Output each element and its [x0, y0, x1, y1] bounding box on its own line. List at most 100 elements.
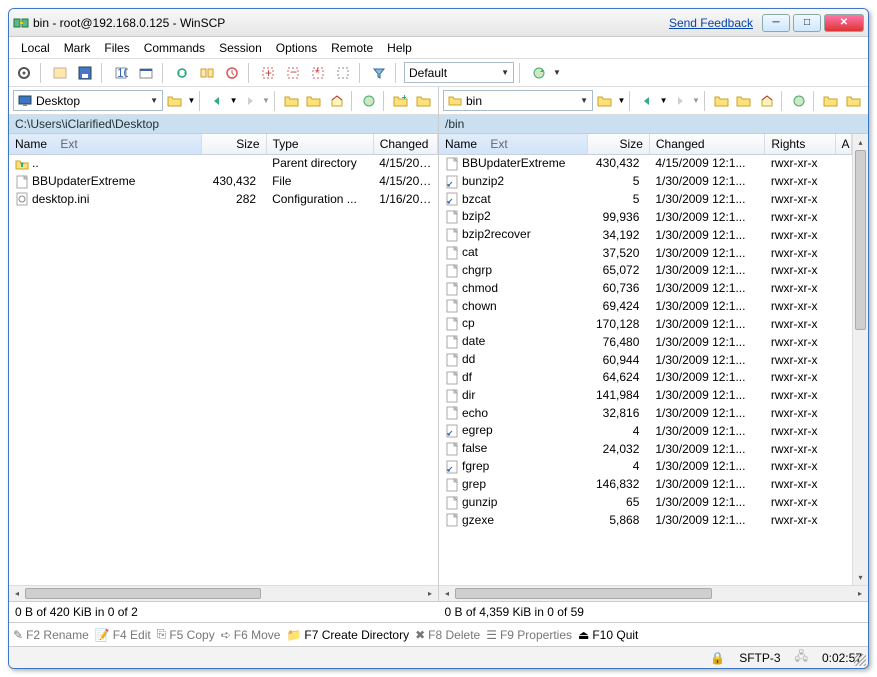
save-session-icon[interactable] — [74, 62, 96, 84]
f6-move[interactable]: ➪F6 Move — [221, 628, 281, 642]
remote-root-icon[interactable] — [734, 90, 754, 112]
local-col-type[interactable]: Type — [266, 134, 373, 155]
f5-copy[interactable]: ⎘F5 Copy — [157, 627, 215, 642]
explorer-icon[interactable] — [135, 62, 157, 84]
filter-icon[interactable] — [368, 62, 390, 84]
table-row[interactable]: bzip2recover34,1921/30/2009 12:1...rwxr-… — [439, 226, 852, 244]
local-col-size[interactable]: Size — [202, 134, 266, 155]
table-row[interactable]: grep146,8321/30/2009 12:1...rwxr-xr-x — [439, 475, 852, 493]
table-row[interactable]: gunzip651/30/2009 12:1...rwxr-xr-x — [439, 493, 852, 511]
remote-col-name[interactable]: Name Ext — [439, 134, 588, 155]
scroll-left-icon[interactable]: ◂ — [9, 586, 25, 601]
menu-session[interactable]: Session — [213, 39, 268, 57]
queue-clear-icon[interactable] — [332, 62, 354, 84]
sync-browse-icon[interactable] — [221, 62, 243, 84]
menu-commands[interactable]: Commands — [138, 39, 211, 57]
remote-folder-dropdown-icon[interactable]: ▼ — [617, 96, 625, 105]
remote-home-icon[interactable] — [757, 90, 777, 112]
local-forward-icon[interactable] — [240, 90, 260, 112]
remote-col-changed[interactable]: Changed — [649, 134, 765, 155]
remote-bookmarks-icon[interactable] — [844, 90, 864, 112]
refresh-icon[interactable] — [528, 62, 550, 84]
local-col-changed[interactable]: Changed — [373, 134, 437, 155]
table-row[interactable]: df64,6241/30/2009 12:1...rwxr-xr-x — [439, 368, 852, 386]
scroll-left-icon[interactable]: ◂ — [439, 586, 455, 601]
table-row[interactable]: desktop.ini282Configuration ...1/16/2009 — [9, 190, 438, 208]
remote-refresh-icon[interactable] — [789, 90, 809, 112]
remote-open-folder-icon[interactable] — [595, 90, 615, 112]
resize-grip[interactable] — [854, 654, 866, 666]
local-refresh-icon[interactable] — [359, 90, 379, 112]
table-row[interactable]: BBUpdaterExtreme430,432File4/15/2009 — [9, 172, 438, 190]
local-fwd-dropdown-icon[interactable]: ▼ — [262, 96, 270, 105]
remote-col-attr[interactable]: A — [835, 134, 852, 155]
scroll-right-icon[interactable]: ▸ — [852, 586, 868, 601]
table-row[interactable]: ..Parent directory4/15/2009 — [9, 155, 438, 173]
gear-icon[interactable] — [13, 62, 35, 84]
remote-fwd-dropdown-icon[interactable]: ▼ — [692, 96, 700, 105]
f7-create-dir[interactable]: 📁F7 Create Directory — [286, 628, 409, 642]
local-root-icon[interactable] — [304, 90, 324, 112]
remote-col-rights[interactable]: Rights — [765, 134, 835, 155]
queue-toggle-icon[interactable]: * — [307, 62, 329, 84]
remote-hscroll[interactable]: ◂ ▸ — [439, 585, 868, 601]
transfer-preset-combo[interactable]: Default ▼ — [404, 62, 514, 83]
remote-forward-icon[interactable] — [670, 90, 690, 112]
table-row[interactable]: chmod60,7361/30/2009 12:1...rwxr-xr-x — [439, 279, 852, 297]
remote-parent-icon[interactable] — [712, 90, 732, 112]
queue-plus-icon[interactable]: + — [257, 62, 279, 84]
table-row[interactable]: BBUpdaterExtreme430,4324/15/2009 12:1...… — [439, 155, 852, 173]
remote-col-size[interactable]: Size — [588, 134, 650, 155]
local-parent-icon[interactable] — [282, 90, 302, 112]
scroll-right-icon[interactable]: ▸ — [422, 586, 438, 601]
local-bookmark-add-icon[interactable] — [391, 90, 411, 112]
send-feedback-link[interactable]: Send Feedback — [669, 16, 753, 30]
menu-options[interactable]: Options — [270, 39, 323, 57]
local-folder-dropdown-icon[interactable]: ▼ — [187, 96, 195, 105]
local-back-icon[interactable] — [207, 90, 227, 112]
remote-file-list[interactable]: Name Ext Size Changed Rights A BBUpdater… — [439, 134, 852, 585]
remote-back-icon[interactable] — [637, 90, 657, 112]
f8-delete[interactable]: ✖F8 Delete — [415, 628, 480, 642]
local-col-name[interactable]: Name Ext — [9, 134, 202, 155]
queue-minus-icon[interactable]: − — [282, 62, 304, 84]
local-file-list[interactable]: Name Ext Size Type Changed ..Parent dire… — [9, 134, 438, 585]
scroll-up-icon[interactable]: ▴ — [853, 134, 868, 150]
table-row[interactable]: gzexe5,8681/30/2009 12:1...rwxr-xr-x — [439, 511, 852, 529]
table-row[interactable]: false24,0321/30/2009 12:1...rwxr-xr-x — [439, 440, 852, 458]
table-row[interactable]: chown69,4241/30/2009 12:1...rwxr-xr-x — [439, 297, 852, 315]
remote-header-row[interactable]: Name Ext Size Changed Rights A — [439, 134, 852, 155]
refresh-dropdown-icon[interactable]: ▼ — [553, 68, 561, 77]
sync-icon[interactable] — [171, 62, 193, 84]
table-row[interactable]: dir141,9841/30/2009 12:1...rwxr-xr-x — [439, 386, 852, 404]
f4-edit[interactable]: 📝F4 Edit — [95, 628, 151, 642]
table-row[interactable]: bzcat51/30/2009 12:1...rwxr-xr-x — [439, 190, 852, 208]
remote-back-dropdown-icon[interactable]: ▼ — [660, 96, 668, 105]
remote-bookmark-add-icon[interactable] — [821, 90, 841, 112]
tool-icon[interactable]: 101 — [110, 62, 132, 84]
menu-help[interactable]: Help — [381, 39, 418, 57]
table-row[interactable]: cat37,5201/30/2009 12:1...rwxr-xr-x — [439, 244, 852, 262]
table-row[interactable]: date76,4801/30/2009 12:1...rwxr-xr-x — [439, 333, 852, 351]
local-hscroll[interactable]: ◂ ▸ — [9, 585, 438, 601]
local-back-dropdown-icon[interactable]: ▼ — [230, 96, 238, 105]
remote-vscroll[interactable]: ▴ ▾ — [852, 134, 868, 585]
scroll-down-icon[interactable]: ▾ — [853, 569, 868, 585]
minimize-button[interactable]: ─ — [762, 14, 790, 32]
table-row[interactable]: bunzip251/30/2009 12:1...rwxr-xr-x — [439, 172, 852, 190]
local-home-icon[interactable] — [327, 90, 347, 112]
menu-mark[interactable]: Mark — [58, 39, 97, 57]
f2-rename[interactable]: ✎F2 Rename — [13, 628, 89, 642]
menu-files[interactable]: Files — [98, 39, 135, 57]
local-open-folder-icon[interactable] — [165, 90, 185, 112]
menu-local[interactable]: Local — [15, 39, 56, 57]
table-row[interactable]: dd60,9441/30/2009 12:1...rwxr-xr-x — [439, 351, 852, 369]
f9-properties[interactable]: ☰F9 Properties — [486, 628, 572, 642]
menu-remote[interactable]: Remote — [325, 39, 379, 57]
local-bookmarks-icon[interactable] — [414, 90, 434, 112]
local-header-row[interactable]: Name Ext Size Type Changed — [9, 134, 438, 155]
f10-quit[interactable]: ⏏F10 Quit — [578, 628, 638, 642]
table-row[interactable]: cp170,1281/30/2009 12:1...rwxr-xr-x — [439, 315, 852, 333]
compare-icon[interactable] — [196, 62, 218, 84]
table-row[interactable]: fgrep41/30/2009 12:1...rwxr-xr-x — [439, 458, 852, 476]
